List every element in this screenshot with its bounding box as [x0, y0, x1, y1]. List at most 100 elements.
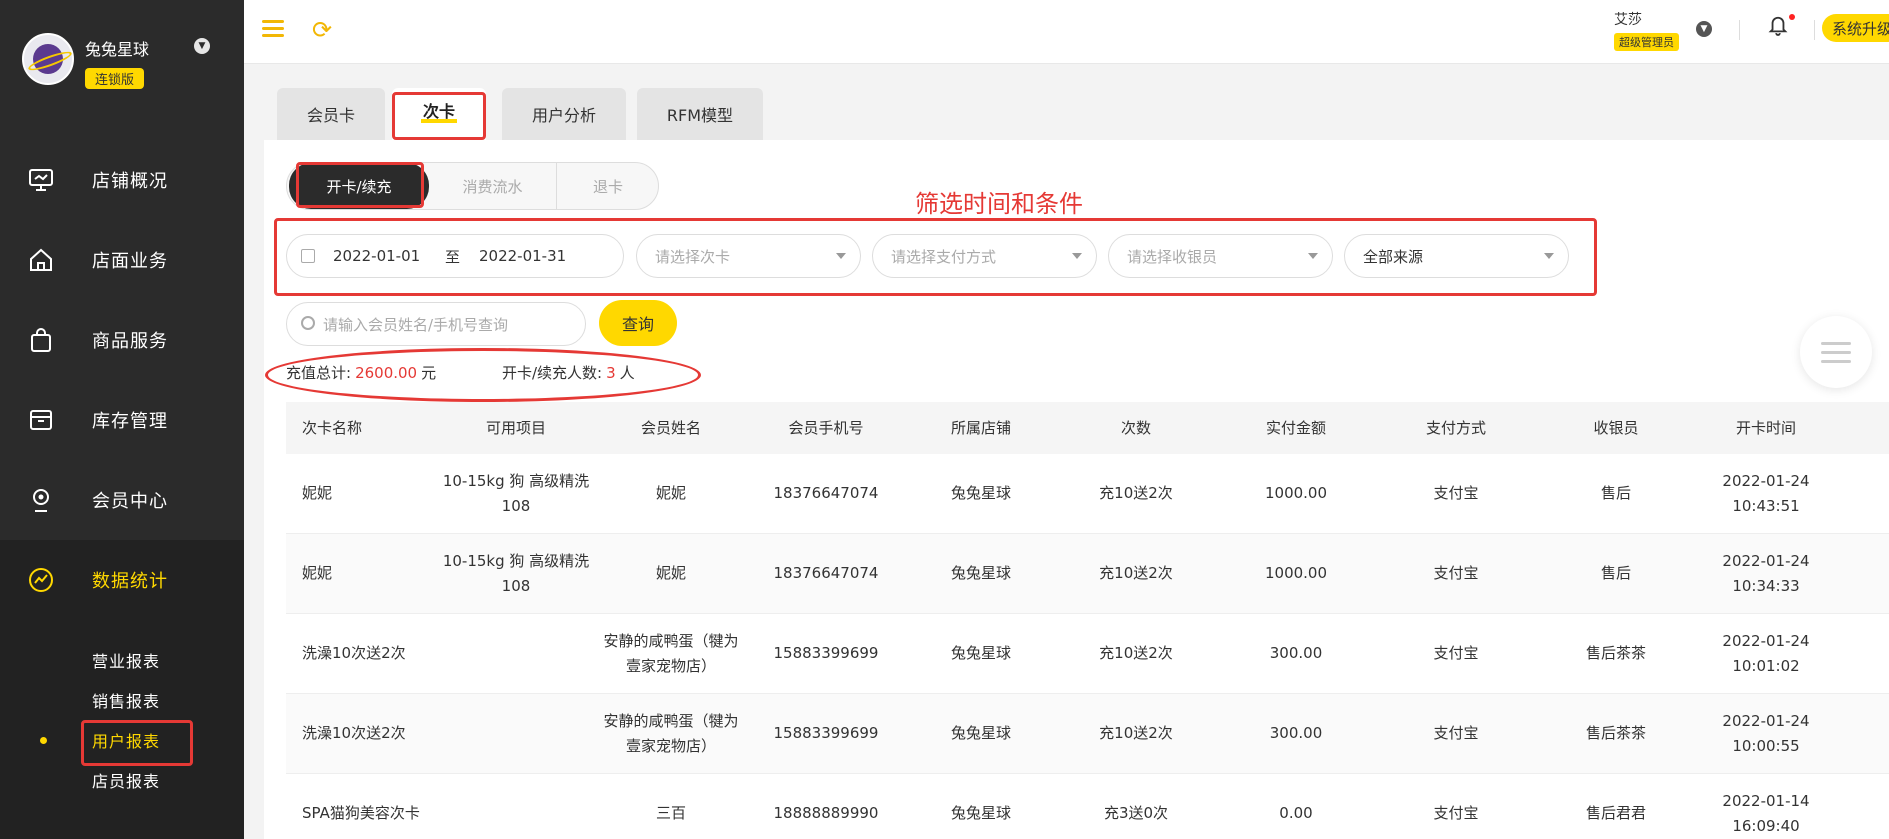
- table-cell-time: 2022-01-14 16:09:40: [1722, 791, 1810, 835]
- archive-box-icon: [30, 410, 52, 430]
- table-cell-times: 充10送2次: [1099, 484, 1173, 502]
- user-name: 艾莎: [1614, 12, 1642, 28]
- annotation-text: 筛选时间和条件: [915, 190, 1083, 218]
- sidebar-sub-item-sales-report[interactable]: 销售报表: [92, 688, 160, 712]
- table-cell-pay: 支付宝: [1433, 564, 1479, 582]
- table-cell-member: 妮妮: [655, 564, 686, 582]
- brand-avatar: [22, 33, 74, 85]
- table-cell-amount: 300.00: [1269, 724, 1323, 742]
- records-table: 次卡名称 可用项目 会员姓名 会员手机号 所属店铺 次数 实付金额 支付方式 收银员 开卡时间 妮…: [286, 402, 1889, 839]
- table-cell-cashier: 售后君君: [1585, 804, 1646, 822]
- sidebar-item-label: 会员中心: [92, 491, 168, 512]
- sidebar-item-label: 店铺概况: [92, 171, 168, 192]
- table-cell-name: 妮妮: [302, 484, 333, 502]
- highlight-oval: [265, 348, 701, 402]
- column-header: 可用项目: [485, 418, 546, 437]
- table-cell-times: 充10送2次: [1099, 564, 1173, 582]
- top-header: ⟳ 艾莎 超级管理员 ▼ 系统升级: [244, 0, 1889, 64]
- card-select[interactable]: 请选择次卡: [636, 234, 861, 278]
- date-range-picker[interactable]: 2022-01-01 至 2022-01-31: [286, 234, 624, 278]
- sidebar-sub-item-business-report[interactable]: 营业报表: [92, 648, 160, 672]
- table-cell-amount: 300.00: [1269, 644, 1323, 662]
- sidebar-sub-item-staff-report[interactable]: 店员报表: [92, 768, 160, 792]
- table-cell-pay: 支付宝: [1433, 644, 1479, 662]
- table-row[interactable]: 妮妮 10-15kg 狗 高级精洗 108 妮妮 18376647074 兔兔星球 充10…: [286, 454, 1889, 534]
- sidebar: 兔兔星球 连锁版 ▼ 店铺概况 店面业务 商品服务 库存管理 会员中心 数据统计…: [0, 0, 244, 839]
- table-cell-project: [436, 614, 596, 693]
- sidebar-item-inventory[interactable]: 库存管理: [0, 380, 244, 460]
- main-panel: 开卡/续充 消费流水 退卡 筛选时间和条件 2022-01-01 至 2022-…: [264, 140, 1889, 839]
- planet-logo-icon: [33, 44, 63, 74]
- payment-select[interactable]: 请选择支付方式: [872, 234, 1097, 278]
- table-cell-name: SPA猫狗美容次卡: [302, 804, 420, 822]
- table-cell-pay: 支付宝: [1433, 804, 1479, 822]
- sidebar-item-goods-service[interactable]: 商品服务: [0, 300, 244, 380]
- table-cell-pay: 支付宝: [1433, 484, 1479, 502]
- calendar-icon: [301, 249, 315, 263]
- brand-tag: 连锁版: [85, 68, 145, 89]
- tab-member-card[interactable]: 会员卡: [277, 88, 385, 140]
- date-separator: 至: [445, 247, 461, 266]
- table-row[interactable]: 妮妮 10-15kg 狗 高级精洗 108 妮妮 18376647074 兔兔星球 充10…: [286, 534, 1889, 614]
- user-role-badge: 超级管理员: [1614, 33, 1679, 51]
- table-row[interactable]: 洗澡10次送2次 安静的咸鸭蛋（犍为壹家宠物店） 15883399699 兔兔星球 充1…: [286, 694, 1889, 774]
- tab-user-analysis[interactable]: 用户分析: [502, 88, 626, 140]
- table-cell-time: 2022-01-24 10:00:55: [1722, 711, 1810, 755]
- bell-icon[interactable]: [1768, 14, 1790, 38]
- sidebar-item-store-business[interactable]: 店面业务: [0, 220, 244, 300]
- table-cell-name: 洗澡10次送2次: [302, 724, 406, 742]
- table-row[interactable]: 洗澡10次送2次 安静的咸鸭蛋（犍为壹家宠物店） 15883399699 兔兔星球 充1…: [286, 614, 1889, 694]
- table-cell-member: 安静的咸鸭蛋（犍为壹家宠物店）: [603, 631, 739, 675]
- column-header: 收银员: [1593, 418, 1639, 437]
- sidebar-item-overview[interactable]: 店铺概况: [0, 140, 244, 220]
- highlight-box: [392, 92, 486, 140]
- sidebar-item-data-stats[interactable]: 数据统计: [0, 540, 244, 620]
- shopping-bag-icon: [31, 328, 51, 352]
- sidebar-item-label: 数据统计: [92, 571, 168, 592]
- chevron-down-icon: [1072, 253, 1082, 259]
- sidebar-item-label: 商品服务: [92, 331, 168, 352]
- table-cell-time: 2022-01-24 10:43:51: [1722, 471, 1810, 515]
- column-header: 开卡时间: [1735, 418, 1796, 437]
- column-header: 所属店铺: [950, 418, 1011, 437]
- menu-icon[interactable]: [262, 20, 284, 38]
- chevron-down-icon: [1544, 253, 1554, 259]
- list-menu-icon[interactable]: [1800, 316, 1872, 388]
- table-cell-name: 洗澡10次送2次: [302, 644, 406, 662]
- table-cell-cashier: 售后: [1600, 484, 1631, 502]
- highlight-box: [296, 162, 424, 208]
- table-cell-amount: 1000.00: [1264, 564, 1328, 582]
- sidebar-item-label: 库存管理: [92, 411, 168, 432]
- table-cell-phone: 18376647074: [773, 484, 879, 502]
- segment-refund-card[interactable]: 退卡: [557, 163, 659, 209]
- column-header: 会员手机号: [788, 418, 864, 437]
- column-header: 会员姓名: [640, 418, 701, 437]
- member-search-input[interactable]: 请输入会员姓名/手机号查询: [286, 302, 586, 346]
- home-icon: [30, 248, 52, 271]
- table-cell-store: 兔兔星球: [950, 804, 1011, 822]
- sidebar-item-member-center[interactable]: 会员中心: [0, 460, 244, 540]
- query-button[interactable]: 查询: [599, 300, 677, 346]
- segment-consumption-flow[interactable]: 消费流水: [429, 163, 557, 209]
- table-cell-time: 2022-01-24 10:01:02: [1722, 631, 1810, 675]
- cashier-select[interactable]: 请选择收银员: [1108, 234, 1333, 278]
- system-upgrade-button[interactable]: 系统升级: [1822, 14, 1889, 42]
- table-cell-phone: 18888889990: [773, 804, 879, 822]
- chevron-down-icon[interactable]: ▼: [1696, 21, 1712, 37]
- tab-rfm-model[interactable]: RFM模型: [637, 88, 763, 140]
- table-cell-amount: 1000.00: [1264, 484, 1328, 502]
- chevron-down-icon: [1308, 253, 1318, 259]
- table-cell-phone: 15883399699: [773, 644, 879, 662]
- table-cell-project: 10-15kg 狗 高级精洗 108: [442, 551, 590, 595]
- table-row[interactable]: SPA猫狗美容次卡 三百 18888889990 兔兔星球 充3送0次 0.00 支付宝 售后…: [286, 774, 1889, 839]
- chevron-down-icon: [836, 253, 846, 259]
- table-cell-store: 兔兔星球: [950, 724, 1011, 742]
- table-cell-phone: 18376647074: [773, 564, 879, 582]
- table-cell-cashier: 售后茶茶: [1585, 724, 1646, 742]
- table-cell-store: 兔兔星球: [950, 564, 1011, 582]
- date-start: 2022-01-01: [333, 247, 421, 265]
- highlight-box: [81, 720, 193, 766]
- chevron-down-icon[interactable]: ▼: [194, 38, 210, 54]
- refresh-icon[interactable]: ⟳: [312, 16, 332, 44]
- source-select[interactable]: 全部来源: [1344, 234, 1569, 278]
